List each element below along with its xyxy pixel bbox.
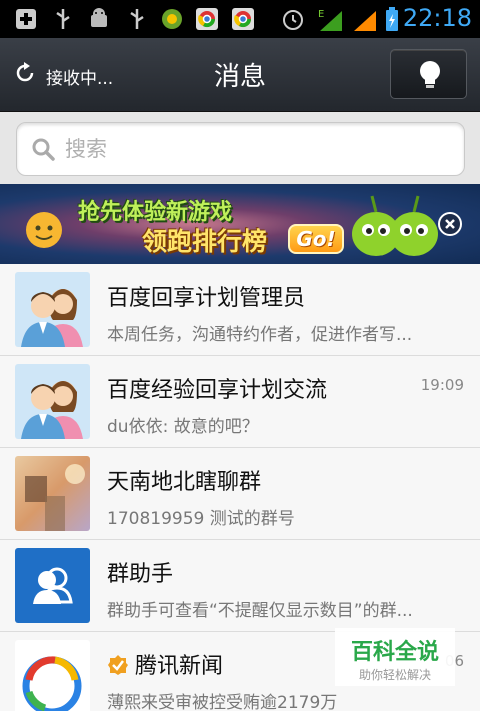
search-icon — [32, 138, 55, 161]
list-item[interactable]: 百度经验回享计划交流 du依依: 故意的吧？ 19:09 — [0, 356, 480, 448]
avatar — [15, 272, 90, 347]
clock: 22:18 — [402, 4, 472, 32]
avatar — [15, 364, 90, 439]
close-icon[interactable] — [438, 212, 462, 236]
chrome-icon — [232, 8, 254, 30]
search-bar — [0, 112, 480, 184]
list-item[interactable]: 百度回享计划管理员 本周任务，沟通特约作者，促进作者写... — [0, 264, 480, 356]
status-bar: E 22:18 — [0, 0, 480, 38]
conversation-name-text: 腾讯新闻 — [135, 654, 224, 679]
group-assistant-icon — [15, 548, 90, 623]
mascot-icon — [26, 212, 62, 248]
conversation-name: 天南地北瞎聊群 — [107, 470, 262, 495]
lightbulb-icon — [420, 61, 440, 88]
tencent-news-logo — [15, 640, 90, 711]
title-bar: 接收中... 消息 — [0, 38, 480, 112]
android-debug-icon — [91, 8, 107, 27]
conversation-name: 百度回享计划管理员 — [107, 286, 306, 311]
conversation-preview: 薄熙来受审被控受贿逾2179万 — [107, 693, 338, 711]
usb-icon — [130, 9, 144, 29]
signal-icon — [354, 11, 376, 31]
conversation-time: 19:09 — [420, 376, 464, 394]
conversation-preview: du依依: 故意的吧？ — [107, 417, 259, 437]
receiving-status: 接收中... — [46, 69, 114, 89]
tips-button[interactable] — [390, 49, 467, 99]
watermark-title: 百科全说 — [350, 640, 439, 665]
usb-icon — [56, 9, 70, 29]
signal-e-icon: E — [318, 9, 342, 31]
watermark: 百科全说 助你轻松解决 — [335, 628, 455, 686]
refresh-icon[interactable] — [14, 62, 36, 84]
alarm-icon — [283, 10, 303, 30]
list-item[interactable]: 天南地北瞎聊群 170819959 测试的群号 — [0, 448, 480, 540]
banner-subline: 领跑排行榜 — [142, 227, 268, 256]
conversation-name: 百度经验回享计划交流 — [107, 378, 328, 403]
conversation-preview: 170819959 测试的群号 — [107, 509, 295, 529]
pea-characters-icon — [352, 195, 438, 256]
app-notification-icon — [162, 9, 182, 29]
conversation-name: 腾讯新闻 — [107, 648, 223, 680]
ad-banner[interactable]: 抢先体验新游戏 领跑排行榜 Go! — [0, 184, 480, 264]
battery-charging-icon — [386, 7, 398, 31]
chrome-icon — [196, 8, 218, 30]
banner-go-button[interactable]: Go! — [288, 224, 344, 254]
svg-text:E: E — [318, 9, 324, 20]
conversation-preview: 本周任务，沟通特约作者，促进作者写... — [107, 325, 413, 345]
verified-badge-icon — [108, 655, 128, 675]
watermark-subtitle: 助你轻松解决 — [358, 668, 431, 682]
search-input[interactable] — [65, 131, 445, 167]
avatar — [15, 456, 90, 531]
conversation-preview: 群助手可查看“不提醒仅显示数目”的群... — [107, 601, 413, 621]
conversation-name: 群助手 — [107, 562, 174, 587]
usb-add-icon — [16, 9, 36, 29]
list-item[interactable]: 群助手 群助手可查看“不提醒仅显示数目”的群... — [0, 540, 480, 632]
search-box[interactable] — [16, 122, 465, 176]
